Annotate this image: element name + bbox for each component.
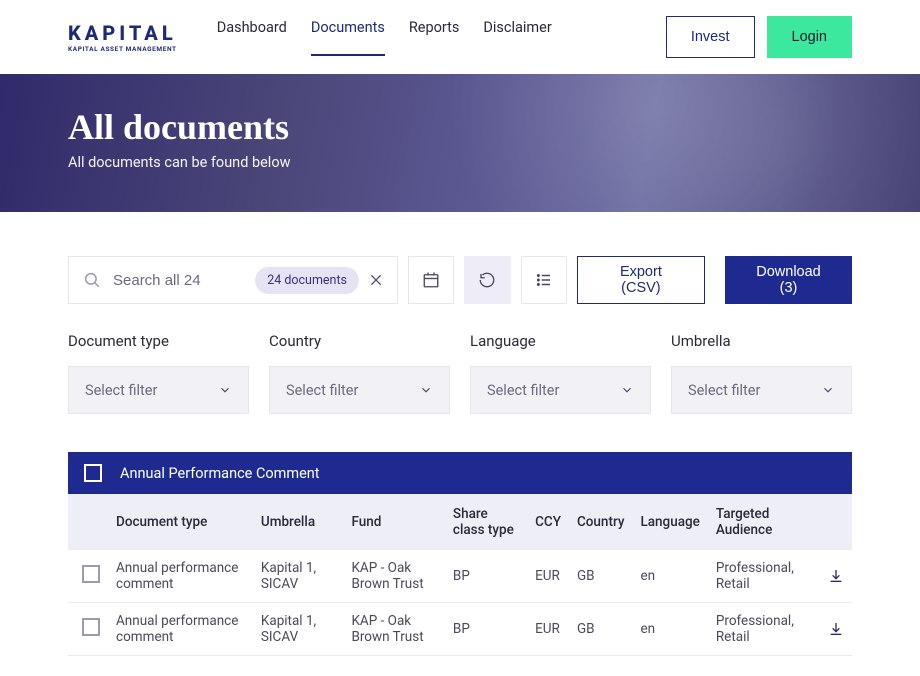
- toolbar: 24 documents Export (CSV) Download (3): [0, 212, 920, 304]
- results-count-chip: 24 documents: [255, 267, 359, 294]
- filter-document-type: Document type Select filter: [68, 332, 249, 414]
- nav-disclaimer[interactable]: Disclaimer: [483, 19, 551, 56]
- filter-label: Umbrella: [671, 332, 852, 350]
- brand-tagline: KAPITAL ASSET MANAGEMENT: [68, 45, 177, 53]
- cell-country: GB: [569, 603, 633, 656]
- filters-row: Document type Select filter Country Sele…: [0, 304, 920, 414]
- login-button[interactable]: Login: [767, 16, 852, 58]
- search-input[interactable]: [113, 272, 245, 289]
- filter-label: Language: [470, 332, 651, 350]
- search-box[interactable]: 24 documents: [68, 256, 398, 304]
- filter-country: Country Select filter: [269, 332, 450, 414]
- filter-language-select[interactable]: Select filter: [470, 366, 651, 414]
- cell-ccy: EUR: [527, 550, 569, 603]
- download-row-icon[interactable]: [828, 621, 844, 637]
- export-csv-button[interactable]: Export (CSV): [577, 256, 705, 304]
- download-row-icon[interactable]: [828, 568, 844, 584]
- cell-fund: KAP - Oak Brown Trust: [343, 550, 444, 603]
- calendar-icon: [422, 271, 440, 289]
- filter-placeholder: Select filter: [487, 382, 559, 399]
- page-subtitle: All documents can be found below: [68, 154, 852, 171]
- row-checkbox[interactable]: [82, 618, 100, 636]
- col-audience: Targeted Audience: [708, 494, 820, 550]
- filter-placeholder: Select filter: [286, 382, 358, 399]
- nav-reports[interactable]: Reports: [409, 19, 460, 56]
- nav-dashboard[interactable]: Dashboard: [217, 19, 287, 56]
- filter-label: Country: [269, 332, 450, 350]
- cell-umbrella: Kapital 1, SICAV: [253, 550, 344, 603]
- chevron-down-icon: [821, 383, 835, 397]
- refresh-button[interactable]: [464, 256, 510, 304]
- cell-document-type: Annual performance comment: [108, 550, 253, 603]
- filter-language: Language Select filter: [470, 332, 651, 414]
- col-language: Language: [632, 494, 707, 550]
- search-icon: [83, 271, 101, 289]
- table-row: Annual performance comment Kapital 1, SI…: [68, 603, 852, 656]
- nav-documents[interactable]: Documents: [311, 19, 385, 56]
- group-title: Annual Performance Comment: [120, 465, 320, 482]
- cell-ccy: EUR: [527, 603, 569, 656]
- col-ccy: CCY: [527, 494, 569, 550]
- select-all-checkbox[interactable]: [84, 464, 102, 482]
- cell-country: GB: [569, 550, 633, 603]
- col-country: Country: [569, 494, 633, 550]
- download-button[interactable]: Download (3): [725, 256, 852, 304]
- filter-umbrella: Umbrella Select filter: [671, 332, 852, 414]
- invest-button[interactable]: Invest: [666, 16, 755, 58]
- filter-umbrella-select[interactable]: Select filter: [671, 366, 852, 414]
- main-nav: Dashboard Documents Reports Disclaimer: [217, 19, 666, 56]
- list-view-button[interactable]: [521, 256, 567, 304]
- filter-label: Document type: [68, 332, 249, 350]
- list-icon: [535, 271, 553, 289]
- cell-share: BP: [445, 603, 527, 656]
- cell-share: BP: [445, 550, 527, 603]
- cell-audience: Professional, Retail: [708, 550, 820, 603]
- refresh-icon: [478, 271, 496, 289]
- page-title: All documents: [68, 106, 852, 148]
- calendar-button[interactable]: [408, 256, 454, 304]
- filter-placeholder: Select filter: [85, 382, 157, 399]
- filter-placeholder: Select filter: [688, 382, 760, 399]
- cell-fund: KAP - Oak Brown Trust: [343, 603, 444, 656]
- cell-language: en: [632, 550, 707, 603]
- table-row: Annual performance comment Kapital 1, SI…: [68, 550, 852, 603]
- cell-audience: Professional, Retail: [708, 603, 820, 656]
- brand-name: KAPITAL: [68, 21, 177, 45]
- cell-document-type: Annual performance comment: [108, 603, 253, 656]
- hero-banner: All documents All documents can be found…: [0, 74, 920, 212]
- table-group-header: Annual Performance Comment: [68, 452, 852, 494]
- table-header: Document type Umbrella Fund Share class …: [68, 494, 852, 550]
- filter-country-select[interactable]: Select filter: [269, 366, 450, 414]
- col-document-type: Document type: [108, 494, 253, 550]
- row-checkbox[interactable]: [82, 565, 100, 583]
- cell-language: en: [632, 603, 707, 656]
- filter-document-type-select[interactable]: Select filter: [68, 366, 249, 414]
- cell-umbrella: Kapital 1, SICAV: [253, 603, 344, 656]
- brand-logo[interactable]: KAPITAL KAPITAL ASSET MANAGEMENT: [68, 21, 177, 53]
- header-actions: Invest Login: [666, 16, 852, 58]
- col-share-class: Share class type: [445, 494, 527, 550]
- chevron-down-icon: [218, 383, 232, 397]
- clear-search-icon[interactable]: [369, 273, 383, 287]
- header: KAPITAL KAPITAL ASSET MANAGEMENT Dashboa…: [0, 0, 920, 74]
- chevron-down-icon: [620, 383, 634, 397]
- col-fund: Fund: [343, 494, 444, 550]
- documents-table: Annual Performance Comment Document type…: [0, 414, 920, 676]
- col-umbrella: Umbrella: [253, 494, 344, 550]
- chevron-down-icon: [419, 383, 433, 397]
